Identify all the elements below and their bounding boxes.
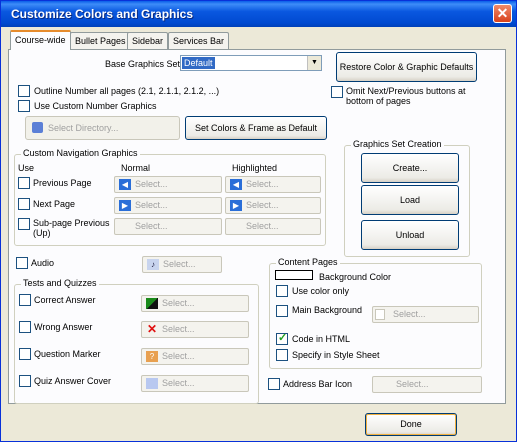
title-bar[interactable]: Customize Colors and Graphics ✕ <box>1 1 516 27</box>
base-graphics-select[interactable]: Default ▼ <box>180 55 322 71</box>
select-directory-label: Select Directory... <box>48 123 119 133</box>
arrow-right-icon: ▶ <box>230 200 242 211</box>
wrong-answer-label: Wrong Answer <box>34 322 93 332</box>
arrow-right-icon: ▶ <box>119 200 131 211</box>
nav-previous-label: Previous Page <box>33 178 92 188</box>
outline-numbers-label: Outline Number all pages (2.1, 2.1.1, 2.… <box>34 86 220 96</box>
wrong-answer-select[interactable]: ✕ Select... <box>141 321 249 338</box>
col-normal-header: Normal <box>121 163 151 173</box>
omit-nav-label: Omit Next/Previous buttons at bottom of … <box>346 86 466 106</box>
use-color-only-label: Use color only <box>292 286 350 296</box>
nav-next-highlighted-select[interactable]: ▶ Select... <box>225 197 321 214</box>
image-placeholder-icon <box>375 309 385 320</box>
base-graphics-value: Default <box>182 57 215 69</box>
chevron-down-icon: ▼ <box>307 56 321 70</box>
address-bar-select[interactable]: Select... <box>372 376 482 393</box>
tab-bullet-pages[interactable]: Bullet Pages <box>70 32 131 49</box>
close-icon: ✕ <box>496 5 509 21</box>
select-label: Select... <box>135 179 168 189</box>
select-label: Select... <box>135 221 168 231</box>
create-button[interactable]: Create... <box>361 153 459 183</box>
arrow-left-icon: ◀ <box>230 179 242 190</box>
select-label: Select... <box>162 351 195 361</box>
nav-previous-highlighted-select[interactable]: ◀ Select... <box>225 176 321 193</box>
audio-checkbox[interactable] <box>16 257 28 269</box>
code-in-html-label: Code in HTML <box>292 334 351 344</box>
restore-defaults-button[interactable]: Restore Color & Graphic Defaults <box>336 52 477 82</box>
audio-label: Audio <box>31 258 55 268</box>
x-mark-icon: ✕ <box>146 322 158 336</box>
load-button[interactable]: Load <box>361 185 459 215</box>
wrong-answer-checkbox[interactable] <box>19 321 31 333</box>
address-bar-icon-label: Address Bar Icon <box>283 379 353 389</box>
code-in-html-checkbox[interactable] <box>276 331 288 345</box>
outline-numbers-checkbox[interactable] <box>18 85 30 97</box>
question-marker-label: Question Marker <box>34 349 101 359</box>
select-label: Select... <box>246 200 279 210</box>
nav-next-normal-select[interactable]: ▶ Select... <box>114 197 222 214</box>
nav-next-checkbox[interactable] <box>18 198 30 210</box>
correct-answer-label: Correct Answer <box>34 295 96 305</box>
nav-subpage-label: Sub-page Previous (Up) <box>33 218 110 238</box>
nav-subpage-normal-select[interactable]: Select... <box>114 218 222 235</box>
content-pages-title: Content Pages <box>276 257 340 267</box>
audio-select[interactable]: ♪ Select... <box>142 256 222 273</box>
arrow-left-icon: ◀ <box>119 179 131 190</box>
custom-number-graphics-checkbox[interactable] <box>18 100 30 112</box>
select-label: Select... <box>162 298 195 308</box>
main-background-label: Main Background <box>292 305 363 315</box>
select-label: Select... <box>246 179 279 189</box>
select-label: Select... <box>162 378 195 388</box>
set-colors-default-button[interactable]: Set Colors & Frame as Default <box>185 116 327 140</box>
tab-services-bar[interactable]: Services Bar <box>168 32 230 49</box>
base-graphics-label: Base Graphics Set <box>105 59 181 69</box>
folder-icon <box>32 122 43 133</box>
select-label: Select... <box>162 324 195 334</box>
select-label: Select... <box>135 200 168 210</box>
nav-previous-normal-select[interactable]: ◀ Select... <box>114 176 222 193</box>
main-background-checkbox[interactable] <box>276 305 288 317</box>
specify-style-sheet-label: Specify in Style Sheet <box>292 350 380 360</box>
graphics-set-title: Graphics Set Creation <box>351 139 444 149</box>
tab-course-wide[interactable]: Course-wide <box>10 30 71 50</box>
done-button[interactable]: Done <box>365 413 457 436</box>
tab-sidebar[interactable]: Sidebar <box>127 32 169 49</box>
select-directory-button[interactable]: Select Directory... <box>25 116 180 140</box>
select-label: Select... <box>163 259 196 269</box>
nav-subpage-highlighted-select[interactable]: Select... <box>225 218 321 235</box>
select-label: Select... <box>246 221 279 231</box>
question-mark-icon: ? <box>146 351 158 362</box>
close-button[interactable]: ✕ <box>493 4 512 23</box>
nav-subpage-checkbox[interactable] <box>18 218 30 230</box>
unload-button[interactable]: Unload <box>361 220 459 250</box>
col-use-header: Use <box>18 163 35 173</box>
correct-answer-checkbox[interactable] <box>19 294 31 306</box>
question-marker-checkbox[interactable] <box>19 348 31 360</box>
col-highlighted-header: Highlighted <box>232 163 278 173</box>
custom-number-graphics-label: Use Custom Number Graphics <box>34 101 157 111</box>
nav-graphics-title: Custom Navigation Graphics <box>21 148 140 158</box>
nav-next-label: Next Page <box>33 199 76 209</box>
background-color-label: Background Color <box>319 272 392 282</box>
speaker-icon: ♪ <box>147 259 159 270</box>
checkmark-icon <box>146 298 158 309</box>
cover-icon <box>146 378 158 389</box>
question-marker-select[interactable]: ? Select... <box>141 348 249 365</box>
window-title: Customize Colors and Graphics <box>11 7 194 21</box>
nav-previous-checkbox[interactable] <box>18 177 30 189</box>
quiz-answer-cover-label: Quiz Answer Cover <box>34 376 112 386</box>
address-bar-icon-checkbox[interactable] <box>268 378 280 390</box>
use-color-only-checkbox[interactable] <box>276 285 288 297</box>
select-label: Select... <box>393 309 426 319</box>
omit-nav-checkbox[interactable] <box>331 86 343 98</box>
select-label: Select... <box>396 379 429 389</box>
tests-title: Tests and Quizzes <box>21 278 99 288</box>
quiz-answer-cover-select[interactable]: Select... <box>141 375 249 392</box>
specify-style-sheet-checkbox[interactable] <box>276 349 288 361</box>
dialog-window: Customize Colors and Graphics ✕ Course-w… <box>0 0 517 442</box>
background-color-swatch[interactable] <box>275 270 313 280</box>
correct-answer-select[interactable]: Select... <box>141 295 249 312</box>
main-background-select[interactable]: Select... <box>372 306 479 323</box>
quiz-answer-cover-checkbox[interactable] <box>19 375 31 387</box>
